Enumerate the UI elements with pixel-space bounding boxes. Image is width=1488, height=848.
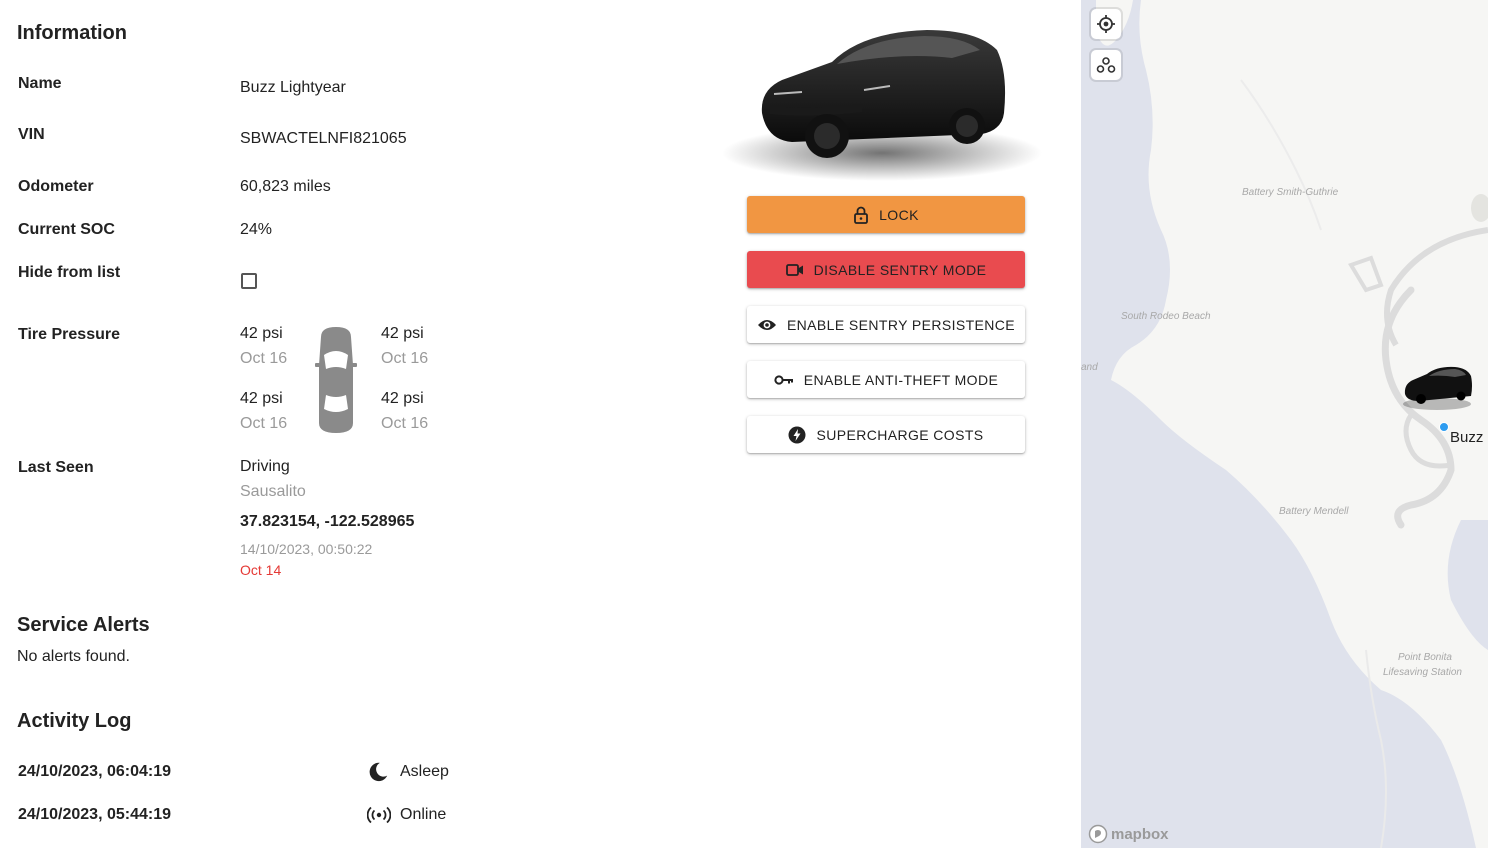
- last-seen-coordinates[interactable]: 37.823154, -122.528965: [240, 513, 414, 531]
- information-heading: Information: [17, 22, 127, 44]
- activity-log-state: Online: [400, 806, 447, 823]
- supercharge-costs-label: SUPERCHARGE COSTS: [816, 426, 984, 443]
- last-seen-status: Driving: [240, 458, 290, 475]
- car-topdown-icon: [315, 327, 357, 433]
- tire-rear-left-date: Oct 16: [240, 415, 288, 432]
- tire-rear-left-psi: 42 psi: [240, 390, 283, 407]
- map-land: [1096, 0, 1488, 848]
- activity-log-time: 24/10/2023, 06:04:19: [18, 763, 172, 780]
- map-label-point-bonita: Point Bonita: [1398, 652, 1452, 663]
- vehicle-map-marker[interactable]: [1399, 364, 1477, 412]
- last-seen-relative: Oct 14: [240, 562, 282, 578]
- enable-sentry-persistence-button[interactable]: ENABLE SENTRY PERSISTENCE: [747, 306, 1025, 343]
- lock-button-label: LOCK: [879, 206, 919, 223]
- disable-sentry-mode-label: DISABLE SENTRY MODE: [813, 261, 987, 278]
- lock-icon: [854, 206, 869, 224]
- tire-rear-right-date: Oct 16: [381, 415, 429, 432]
- soc-value: 24%: [240, 221, 273, 238]
- map-label-land: and: [1081, 362, 1098, 373]
- hide-from-list-checkbox[interactable]: [241, 273, 257, 289]
- map[interactable]: Battery Smith-Guthrie South Rodeo Beach …: [1081, 0, 1488, 848]
- tire-rear-right-psi: 42 psi: [381, 390, 424, 407]
- hide-from-list-label: Hide from list: [18, 264, 121, 281]
- service-alerts-heading: Service Alerts: [17, 614, 150, 636]
- map-locate-button[interactable]: [1091, 9, 1121, 39]
- crosshair-icon: [1097, 15, 1115, 33]
- last-seen-place: Sausalito: [240, 483, 306, 500]
- vehicle-map-label: Buzz: [1450, 429, 1484, 446]
- odometer-label: Odometer: [18, 178, 94, 195]
- enable-anti-theft-mode-label: ENABLE ANTI-THEFT MODE: [803, 371, 999, 388]
- tire-pressure-label: Tire Pressure: [18, 326, 120, 343]
- enable-sentry-persistence-label: ENABLE SENTRY PERSISTENCE: [786, 316, 1016, 333]
- video-camera-off-icon: [785, 263, 803, 276]
- bolt-icon: [788, 426, 806, 443]
- moon-icon: [369, 762, 388, 782]
- disable-sentry-mode-button[interactable]: DISABLE SENTRY MODE: [747, 251, 1025, 288]
- service-alerts-message: No alerts found.: [17, 648, 130, 665]
- mapbox-logo[interactable]: mapbox: [1088, 824, 1169, 844]
- activity-log-time: 24/10/2023, 05:44:19: [18, 806, 172, 823]
- tire-front-left-date: Oct 16: [240, 350, 288, 367]
- mapbox-text: mapbox: [1111, 825, 1169, 843]
- eye-icon: [757, 319, 776, 330]
- tire-front-right-psi: 42 psi: [381, 325, 424, 342]
- location-dot: [1439, 422, 1449, 432]
- map-cluster-button[interactable]: [1091, 50, 1121, 80]
- odometer-value: 60,823 miles: [240, 178, 331, 195]
- last-seen-label: Last Seen: [18, 459, 94, 476]
- activity-log-state: Asleep: [400, 763, 449, 780]
- map-label-south-rodeo-beach: South Rodeo Beach: [1121, 311, 1211, 322]
- activity-log-heading: Activity Log: [17, 710, 132, 732]
- supercharge-costs-button[interactable]: SUPERCHARGE COSTS: [747, 416, 1025, 453]
- name-label: Name: [18, 75, 62, 92]
- map-label-battery-smith-guthrie: Battery Smith-Guthrie: [1242, 187, 1339, 198]
- mapbox-icon: [1088, 824, 1108, 844]
- tire-front-right-date: Oct 16: [381, 350, 429, 367]
- key-icon: [774, 374, 793, 385]
- lock-button[interactable]: LOCK: [747, 196, 1025, 233]
- map-label-lifesaving-station: Lifesaving Station: [1383, 667, 1462, 678]
- cluster-icon: [1096, 57, 1116, 73]
- vehicle-image: [712, 18, 1062, 188]
- vehicle-name: Buzz Lightyear: [240, 79, 346, 96]
- last-seen-timestamp: 14/10/2023, 00:50:22: [240, 541, 373, 557]
- broadcast-icon: [367, 806, 391, 824]
- vin-value: SBWACTELNFI821065: [240, 130, 407, 147]
- soc-label: Current SOC: [18, 221, 115, 238]
- enable-anti-theft-mode-button[interactable]: ENABLE ANTI-THEFT MODE: [747, 361, 1025, 398]
- map-label-battery-mendell: Battery Mendell: [1279, 506, 1349, 517]
- vin-label: VIN: [18, 126, 45, 143]
- tire-front-left-psi: 42 psi: [240, 325, 283, 342]
